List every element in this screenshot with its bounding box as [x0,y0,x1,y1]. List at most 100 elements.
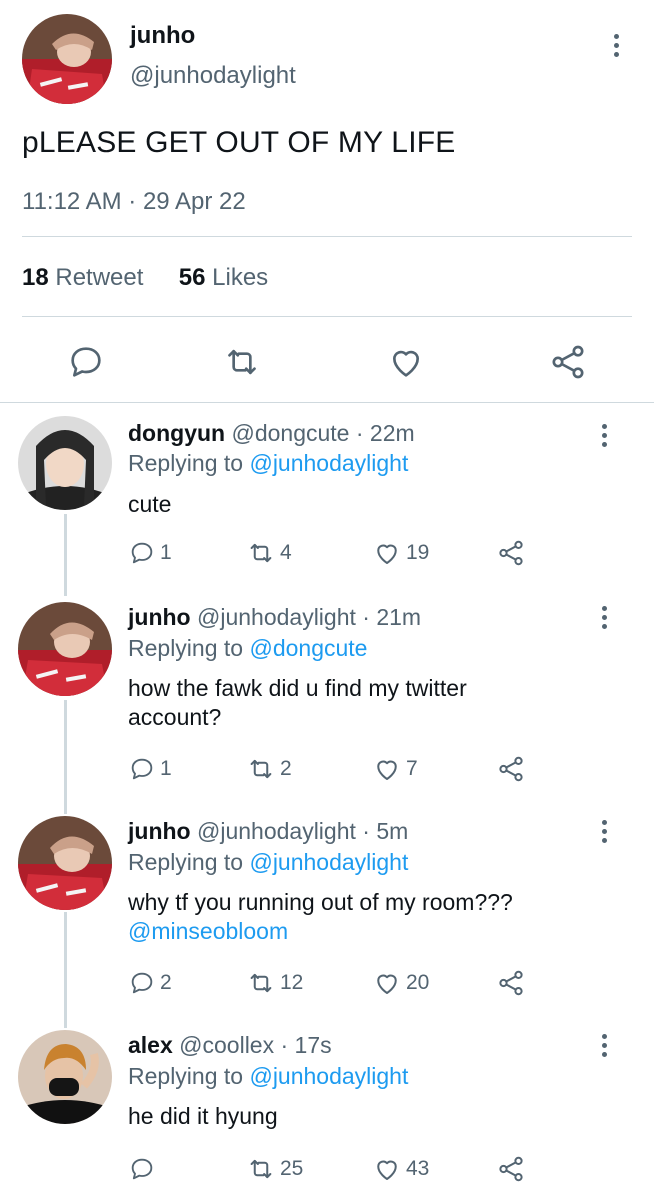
reply-button[interactable]: 2 [128,966,172,1000]
reply-text-line: account? [128,704,222,730]
reply-icon [131,1158,153,1180]
like-count: 7 [406,757,418,780]
replying-to: Replying to @junhodaylight [128,450,408,477]
reply-time[interactable]: · 17s [281,1032,332,1058]
retweet-count: 2 [280,757,292,780]
reply-actions: 1 2 7 [128,752,548,786]
divider [22,316,632,317]
like-icon[interactable] [386,342,426,382]
replying-to-link[interactable]: @junhodaylight [249,849,408,875]
avatar[interactable] [22,14,112,104]
like-icon [377,1160,397,1180]
replying-to: Replying to @junhodaylight [128,1063,408,1090]
reply-header: junho @junhodaylight · 21m [128,604,421,631]
author-handle[interactable]: @junhodaylight [197,818,356,844]
author-name[interactable]: junho [128,604,191,630]
share-icon[interactable] [548,342,588,382]
author-name[interactable]: junho [130,22,195,50]
reply-tweet[interactable]: junho @junhodaylight · 5m Replying to @j… [0,812,654,1026]
reply-header: junho @junhodaylight · 5m [128,818,408,845]
avatar[interactable] [18,816,112,910]
divider [22,236,632,237]
author-name[interactable]: junho [128,818,191,844]
more-options-icon[interactable] [600,424,608,447]
like-button[interactable]: 20 [372,966,429,1000]
retweet-count: 12 [280,971,304,994]
more-options-icon[interactable] [600,1034,608,1057]
tweet-actions [0,336,654,386]
reply-tweet[interactable]: dongyun @dongcute · 22m Replying to @jun… [0,402,654,598]
share-button[interactable] [496,966,526,1000]
retweet-button[interactable]: 4 [246,536,292,570]
like-count: 20 [406,971,430,994]
reply-button[interactable]: 1 [128,536,172,570]
replying-to-label: Replying to [128,849,244,875]
replying-to-link[interactable]: @junhodaylight [249,1063,408,1089]
reply-tweet[interactable]: junho @junhodaylight · 21m Replying to @… [0,598,654,812]
retweet-icon [250,759,272,779]
replying-to: Replying to @dongcute [128,635,367,662]
reply-button[interactable] [128,1152,160,1186]
like-button[interactable]: 43 [372,1152,429,1186]
avatar[interactable] [18,416,112,510]
reply-icon [131,542,153,564]
replying-to-link[interactable]: @junhodaylight [249,450,408,476]
tweet-stats: 18 Retweet 56 Likes [22,264,268,292]
like-icon [377,974,397,994]
like-button[interactable]: 19 [372,536,429,570]
reply-text: why tf you running out of my room??? @mi… [128,888,598,946]
like-label[interactable]: Likes [212,264,268,291]
share-button[interactable] [496,536,526,570]
reply-count: 1 [160,541,172,564]
reply-actions: 25 43 [128,1152,548,1186]
replying-to-link[interactable]: @dongcute [249,635,367,661]
retweet-button[interactable]: 2 [246,752,292,786]
author-handle[interactable]: @junhodaylight [197,604,356,630]
more-options-icon[interactable] [600,606,608,629]
share-button[interactable] [496,1152,526,1186]
more-options-icon[interactable] [612,34,620,57]
like-button[interactable]: 7 [372,752,418,786]
like-icon [377,760,397,780]
avatar[interactable] [18,1030,112,1124]
reply-icon [131,972,153,994]
reply-actions: 2 12 20 [128,966,548,1000]
retweet-button[interactable]: 12 [246,966,303,1000]
retweet-count[interactable]: 18 [22,264,49,291]
retweet-icon [250,973,272,993]
reply-tweet[interactable]: alex @coollex · 17s Replying to @junhoda… [0,1026,654,1200]
author-handle[interactable]: @dongcute [231,420,349,446]
like-icon [377,544,397,564]
share-icon [499,1156,523,1182]
like-count[interactable]: 56 [179,264,206,291]
retweet-count: 4 [280,541,292,564]
more-options-icon[interactable] [600,820,608,843]
retweet-icon [250,1159,272,1179]
reply-icon[interactable] [66,342,106,382]
reply-time[interactable]: · 21m [362,604,421,630]
tweet-timestamp[interactable]: 11:12 AM · 29 Apr 22 [22,188,246,216]
reply-time[interactable]: · 22m [356,420,415,446]
retweet-icon [250,543,272,563]
reply-text-line: how the fawk did u find my twitter [128,675,467,701]
like-count: 19 [406,541,430,564]
reply-time[interactable]: · 5m [362,818,408,844]
share-button[interactable] [496,752,526,786]
retweet-label[interactable]: Retweet [55,264,143,291]
retweet-button[interactable]: 25 [246,1152,303,1186]
author-handle[interactable]: @junhodaylight [130,62,296,90]
avatar[interactable] [18,602,112,696]
author-name[interactable]: alex [128,1032,173,1058]
reply-count: 1 [160,757,172,780]
retweet-count: 25 [280,1157,304,1180]
mention-link[interactable]: @minseobloom [128,917,598,946]
author-handle[interactable]: @coollex [179,1032,274,1058]
replying-to-label: Replying to [128,450,244,476]
reply-actions: 1 4 19 [128,536,548,570]
reply-button[interactable]: 1 [128,752,172,786]
retweet-icon[interactable] [222,342,262,382]
reply-text: cute [128,491,172,517]
replying-to-label: Replying to [128,1063,244,1089]
author-name[interactable]: dongyun [128,420,225,446]
replying-to: Replying to @junhodaylight [128,849,408,876]
